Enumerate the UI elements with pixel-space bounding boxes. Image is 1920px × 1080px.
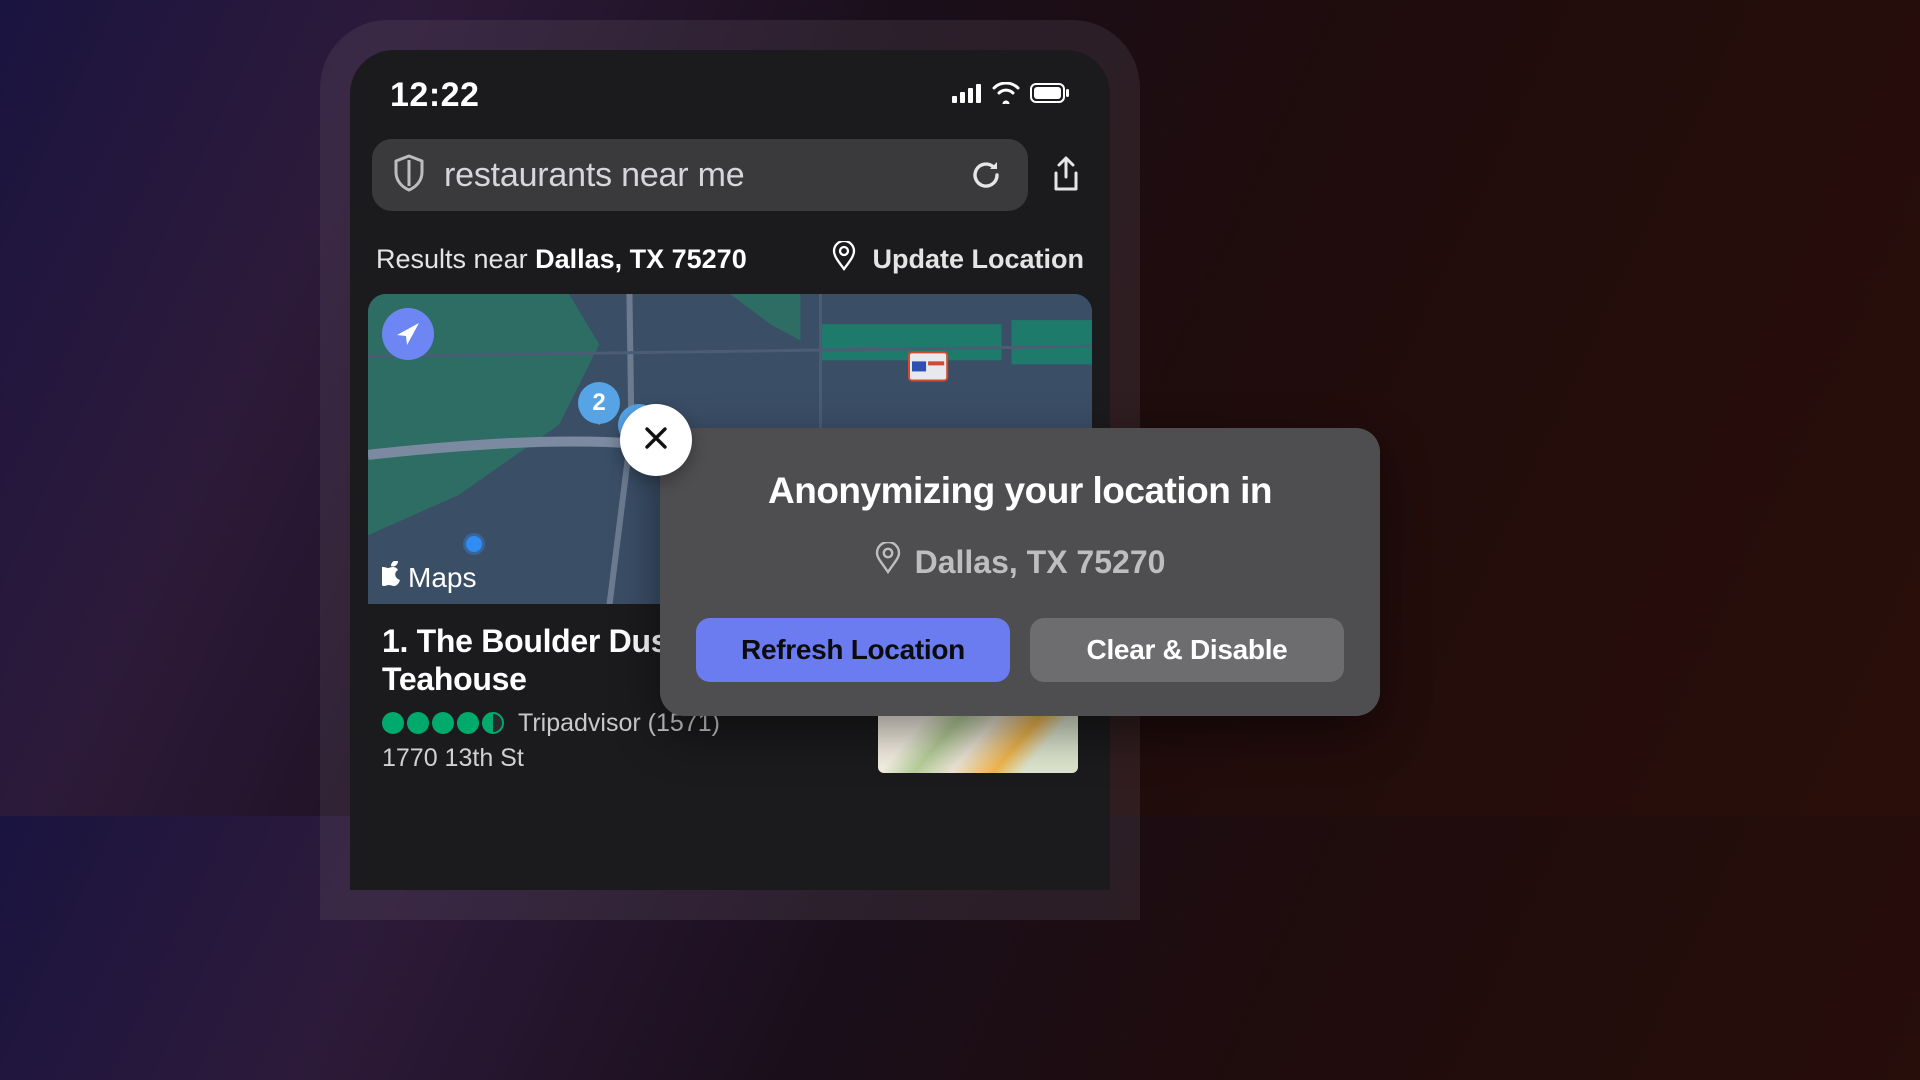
cellular-icon [952,83,982,108]
address-bar[interactable]: restaurants near me [372,139,1028,211]
pin-icon [875,542,901,582]
update-location-button[interactable]: Update Location [832,241,1084,278]
results-header: Results near Dallas, TX 75270 Update Loc… [350,229,1110,294]
result-address: 1770 13th St [382,744,860,773]
reload-icon[interactable] [964,153,1008,197]
location-popover: Anonymizing your location in Dallas, TX … [660,428,1380,716]
rating-dots [382,712,504,734]
pin-icon [832,241,856,278]
close-button[interactable] [620,404,692,476]
locate-me-button[interactable] [382,308,434,360]
popover-location-text: Dallas, TX 75270 [915,544,1166,581]
current-location-dot [466,536,482,552]
map-attribution-label: Maps [408,562,476,594]
clear-disable-button[interactable]: Clear & Disable [1030,618,1344,682]
results-near-label: Results near Dallas, TX 75270 [376,244,747,275]
refresh-location-button[interactable]: Refresh Location [696,618,1010,682]
map-pin-2[interactable]: 2 [578,382,620,432]
popover-location: Dallas, TX 75270 [696,542,1344,582]
wifi-icon [992,82,1020,109]
browser-toolbar: restaurants near me [350,129,1110,229]
close-icon [641,423,671,458]
popover-title: Anonymizing your location in [696,470,1344,512]
address-text: restaurants near me [444,156,946,195]
status-time: 12:22 [390,76,479,115]
battery-icon [1030,83,1070,108]
update-location-label: Update Location [872,244,1084,275]
share-icon[interactable] [1044,153,1088,197]
map-attribution: Maps [382,561,476,594]
results-prefix: Results near [376,244,535,274]
apple-icon [382,561,404,594]
status-icons [952,82,1070,109]
results-location: Dallas, TX 75270 [535,244,747,274]
status-bar: 12:22 [350,50,1110,129]
shield-icon[interactable] [392,154,426,197]
